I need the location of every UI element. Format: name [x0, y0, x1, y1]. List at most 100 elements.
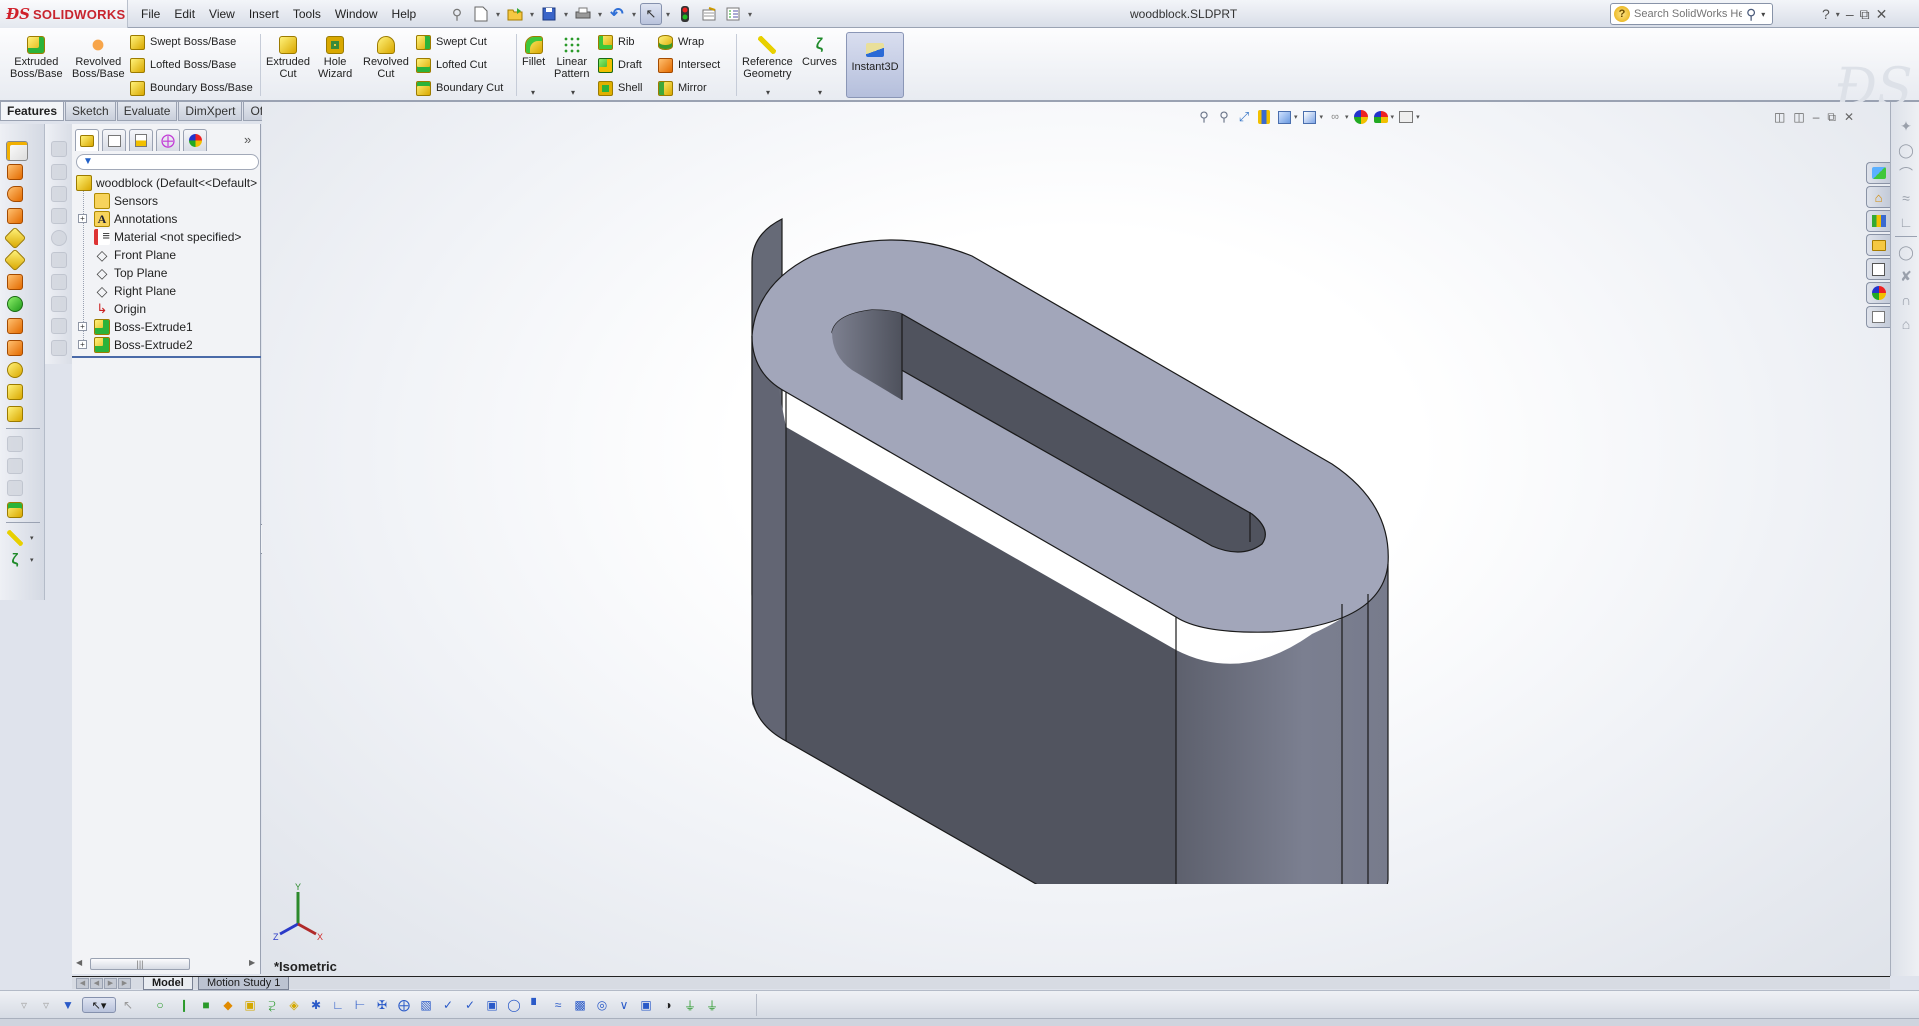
print-icon[interactable] [572, 3, 594, 25]
offset-surface-icon[interactable] [7, 318, 23, 334]
select-pointer-icon[interactable]: ↖ [640, 3, 662, 25]
display-style-dropdown[interactable]: ▾ [1320, 113, 1324, 121]
filter-edges-icon[interactable]: ❙ [176, 997, 192, 1013]
hole-wizard-button[interactable]: Hole Wizard [318, 36, 352, 80]
feature-tree-horizontal-scrollbar[interactable]: ◀ ||| ▶ [74, 956, 259, 972]
undo-dropdown-arrow[interactable]: ▾ [630, 10, 638, 19]
filter-midpoints-icon[interactable]: ⊢ [352, 997, 368, 1013]
revolved-cut-button[interactable]: Revolved Cut [363, 36, 409, 80]
extruded-cut-button[interactable]: Extruded Cut [266, 36, 310, 80]
graphics-area[interactable]: ⚲ ⚲ ⤢ ▾ ▾ ∞ ▾ ▾ ▾ ◫ ◫ – ⧉ ✕ Y Z X *Isome… [262, 102, 1890, 976]
split-icon[interactable] [7, 406, 23, 422]
toggle-selection-filter-icon[interactable]: ▿ [16, 997, 32, 1013]
tab-design-library[interactable] [1866, 210, 1890, 232]
tab-file-explorer[interactable] [1866, 234, 1890, 256]
search-magnifier-icon[interactable]: ⚲ [1746, 6, 1756, 23]
filter-surface-bodies-icon[interactable]: ◆ [220, 997, 236, 1013]
curves-button[interactable]: ζ Curves [802, 36, 837, 68]
curves-dropdown-arrow[interactable]: ▾ [818, 88, 822, 97]
delete-face-icon[interactable] [7, 362, 23, 378]
menu-view[interactable]: View [202, 0, 242, 28]
tab-model[interactable]: Model [143, 977, 193, 990]
lofted-cut-button[interactable]: Lofted Cut [416, 56, 487, 74]
tree-item-top-plane[interactable]: ◇ Top Plane [94, 264, 168, 282]
extruded-boss-base-button[interactable]: Extruded Boss/Base [10, 36, 63, 80]
display-style-icon[interactable] [1302, 109, 1318, 125]
reference-geometry-button[interactable]: Reference Geometry [742, 36, 793, 80]
help-search-box[interactable]: ? ⚲ ▾ [1610, 3, 1773, 25]
extruded-boss-icon[interactable] [6, 141, 28, 161]
swept-boss-icon[interactable] [7, 186, 23, 202]
tab-motion-study-1[interactable]: Motion Study 1 [198, 977, 290, 990]
draft-button[interactable]: Draft [598, 56, 642, 74]
filter-connection-points-icon[interactable]: ⏚ [682, 997, 698, 1013]
zoom-to-fit-icon[interactable]: ⚲ [1196, 109, 1212, 125]
filter-vertices-icon[interactable]: ○ [152, 997, 168, 1013]
boundary-boss-icon[interactable] [3, 226, 27, 250]
fillet-dropdown-arrow[interactable]: ▾ [531, 88, 535, 97]
previous-view-icon[interactable]: ⤢ [1236, 109, 1252, 125]
tab-home[interactable]: ⌂ [1866, 186, 1890, 208]
filter-sketch-segments-icon[interactable]: ∟ [330, 997, 346, 1013]
expand-toggle[interactable]: + [78, 214, 87, 223]
filter-axes-icon[interactable]: ⥻ [264, 997, 280, 1013]
invert-selection-icon[interactable]: ↖ [120, 997, 136, 1013]
swept-boss-base-button[interactable]: Swept Boss/Base [130, 33, 236, 51]
tree-item-front-plane[interactable]: ◇ Front Plane [94, 246, 176, 264]
view-settings-dropdown[interactable]: ▾ [1416, 113, 1420, 121]
save-icon[interactable] [538, 3, 560, 25]
filter-solid-bodies-icon[interactable]: ▣ [242, 997, 258, 1013]
thicken-icon[interactable] [3, 248, 27, 272]
select-dropdown-arrow[interactable]: ▾ [664, 10, 672, 19]
filter-balloons-icon[interactable]: ◯ [506, 997, 522, 1013]
rebuild-traffic-light-icon[interactable] [674, 3, 696, 25]
swept-cut-button[interactable]: Swept Cut [416, 33, 487, 51]
save-dropdown-arrow[interactable]: ▾ [562, 10, 570, 19]
revolved-boss-base-button[interactable]: Revolved Boss/Base [72, 36, 125, 80]
filter-geometric-tolerances-icon[interactable]: ✓ [462, 997, 478, 1013]
expand-toggle[interactable]: + [78, 340, 87, 349]
shell-button[interactable]: Shell [598, 79, 642, 97]
tab-configurationmanager[interactable] [129, 129, 153, 151]
tab-appearances-scenes[interactable] [1866, 282, 1890, 304]
viewport-minimize-icon[interactable]: – [1813, 110, 1820, 125]
tab-features[interactable]: Features [0, 102, 65, 121]
tab-evaluate[interactable]: Evaluate [116, 102, 178, 121]
help-dropdown-arrow[interactable]: ▾ [1836, 10, 1840, 19]
filter-datum-targets-icon[interactable]: ▩ [572, 997, 588, 1013]
linear-pattern-dropdown-arrow[interactable]: ▾ [571, 88, 575, 97]
more-tabs-chevron-icon[interactable]: » [244, 132, 251, 147]
tab-view-palette[interactable] [1866, 258, 1890, 280]
reference-geometry-icon[interactable] [7, 530, 23, 546]
filter-routing-points-icon[interactable]: ⏚ [704, 997, 720, 1013]
close-icon[interactable]: ✕ [1876, 6, 1888, 23]
expand-toggle[interactable]: + [78, 322, 87, 331]
split-horizontal-icon[interactable]: ◫ [1774, 110, 1785, 125]
clear-all-filters-icon[interactable]: ▼ [60, 997, 76, 1013]
fillet-button[interactable]: Fillet [522, 36, 545, 68]
curves-icon[interactable]: ζ [7, 552, 23, 568]
options-checklist-icon[interactable] [722, 3, 744, 25]
planar-surface-icon[interactable] [7, 274, 23, 290]
filter-sketch-points-icon[interactable]: ✱ [308, 997, 324, 1013]
scrollbar-thumb[interactable]: ||| [90, 958, 190, 970]
rib-button[interactable]: Rib [598, 33, 635, 51]
feature-tree-filter[interactable]: ▼ [76, 154, 259, 170]
tree-item-boss-extrude1[interactable]: + Boss-Extrude1 [78, 318, 193, 336]
linear-pattern-button[interactable]: Linear Pattern [554, 36, 589, 80]
combine-icon[interactable] [7, 384, 23, 400]
menu-insert[interactable]: Insert [242, 0, 286, 28]
solidworks-logo[interactable]: ĐS SOLIDWORKS [0, 0, 128, 28]
curves-dropdown-arrow[interactable]: ▾ [30, 556, 34, 564]
select-all-filters-icon[interactable]: ↖▾ [82, 997, 116, 1013]
filter-weld-beads-icon[interactable]: ≈ [550, 997, 566, 1013]
view-settings-icon[interactable] [1398, 109, 1414, 125]
filter-planes-icon[interactable]: ◈ [286, 997, 302, 1013]
new-document-icon[interactable] [470, 3, 492, 25]
intersect-button[interactable]: Intersect [658, 56, 720, 74]
tree-item-part-root[interactable]: woodblock (Default<<Default> [76, 174, 257, 192]
shell-feature-icon[interactable] [7, 502, 23, 518]
help-search-input[interactable] [1634, 8, 1742, 20]
filter-notes-icon[interactable]: ▣ [484, 997, 500, 1013]
first-tab-button[interactable]: ◀ [76, 978, 89, 989]
